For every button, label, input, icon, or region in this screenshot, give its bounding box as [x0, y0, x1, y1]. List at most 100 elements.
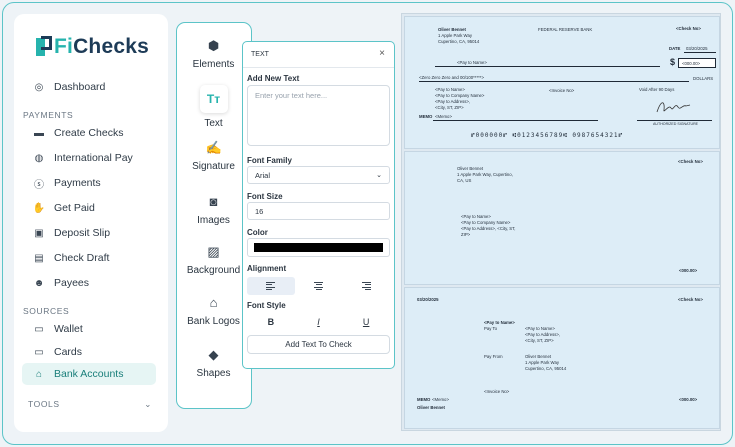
draft-icon: ▤ — [34, 252, 44, 264]
date-label: DATE — [669, 46, 681, 51]
camera-icon: ◙ — [209, 194, 218, 209]
logo-icon — [36, 36, 52, 58]
check-middle[interactable]: Oliver Bennet 1 Apple Park Way, Cupertin… — [404, 151, 720, 285]
payer-address: 1 Apple Park Way, Cupertino, — [457, 172, 513, 177]
people-icon: ☻ — [33, 277, 45, 289]
amount-value: <000.00> — [679, 397, 698, 402]
color-label: Color — [247, 228, 268, 237]
payer-name: Oliver Bennet — [417, 405, 445, 410]
wallet-icon: ▭ — [34, 323, 44, 335]
memo-value: <Memo> — [435, 114, 452, 119]
align-left-button[interactable] — [247, 277, 295, 295]
check-bottom[interactable]: 03/20/2025 <Check No> <Pay to Name> Pay … — [404, 287, 720, 429]
add-text-button[interactable]: Add Text To Check — [247, 335, 390, 354]
close-icon[interactable]: × — [379, 48, 385, 59]
font-size-label: Font Size — [247, 192, 283, 201]
check-top[interactable]: Oliver Bennet 1 Apple Park Way Cupertino… — [404, 16, 720, 149]
tool-bank-logos[interactable]: ⌂ Bank Logos — [177, 296, 250, 328]
payee-line-3: <Pay to Address>, — [435, 99, 471, 104]
payee-line-1: <Pay to Name> — [435, 87, 465, 92]
chevron-down-icon: ⌄ — [376, 172, 382, 179]
font-family-label: Font Family — [247, 156, 292, 165]
payee-line-3: <City, ST, ZIP> — [525, 338, 554, 343]
tool-elements[interactable]: ⬢ Elements — [177, 38, 250, 71]
sidebar-item-cards[interactable]: ▭ Cards — [22, 341, 156, 363]
amount-value: <000.00> — [679, 268, 698, 273]
brand-logo[interactable]: FiChecks — [36, 35, 149, 59]
add-text-label: Add New Text — [247, 74, 300, 83]
tool-background[interactable]: ▨ Background — [177, 244, 250, 277]
chevron-down-icon: ⌄ — [144, 399, 152, 409]
payee-line-4: ZIP> — [461, 232, 471, 237]
from-line-3: Cupertino, CA, 95014 — [525, 366, 567, 371]
signature-label: AUTHORIZED SIGNATURE — [653, 122, 699, 126]
from-line-1: Oliver Bennet — [525, 354, 552, 359]
deposit-icon: ▣ — [34, 227, 44, 239]
bold-button[interactable]: B — [247, 314, 295, 330]
align-right-button[interactable] — [342, 277, 390, 295]
dollars-label: DOLLARS — [693, 76, 714, 81]
tool-images[interactable]: ◙ Images — [177, 194, 250, 227]
check-icon: ▬ — [34, 127, 44, 139]
sidebar-item-deposit-slip[interactable]: ▣ Deposit Slip — [22, 222, 156, 244]
sidebar-item-get-paid[interactable]: ✋ Get Paid — [22, 197, 156, 219]
globe-icon: ◍ — [34, 152, 44, 164]
tool-text[interactable]: Tт Text — [177, 85, 250, 129]
pay-to-label: Pay To — [484, 326, 498, 331]
panel-title: TEXT — [251, 51, 269, 58]
align-center-button[interactable] — [295, 277, 343, 295]
sidebar-item-payments[interactable]: ⓢ Payments — [22, 172, 156, 194]
brand-name: FiChecks — [54, 35, 149, 58]
check-number: <Check No> — [678, 297, 703, 302]
memo-label: MEMO — [417, 397, 431, 402]
tool-shapes[interactable]: ◆ Shapes — [177, 348, 250, 380]
sidebar-item-dashboard[interactable]: ◎ Dashboard — [22, 76, 156, 98]
alignment-label: Alignment — [247, 264, 287, 273]
payee-line-4: <City, ST, ZIP> — [435, 105, 464, 110]
font-style-label: Font Style — [247, 301, 286, 310]
sidebar-tools-toggle[interactable]: TOOLS ⌄ — [28, 399, 152, 410]
signature-icon: ✍ — [205, 140, 222, 155]
italic-button[interactable]: I — [295, 314, 343, 330]
pay-from-label: Pay From — [484, 354, 503, 359]
payer-city: Cupertino, CA, 95014 — [438, 39, 480, 44]
invoice-number: <Invoice No> — [549, 88, 575, 93]
amount-box: <000.00> — [678, 58, 716, 68]
align-left-icon — [266, 280, 276, 292]
dollar-icon: ⓢ — [34, 179, 44, 191]
color-swatch — [254, 243, 383, 252]
color-picker[interactable] — [247, 238, 390, 257]
check-date: 03/20/2025 — [417, 297, 439, 302]
void-notice: Void After 90 Days — [639, 87, 675, 92]
payee-line-1: <Pay to Name> — [525, 326, 555, 331]
elements-icon: ⬢ — [207, 38, 220, 53]
card-icon: ▭ — [34, 346, 44, 358]
align-center-icon — [314, 280, 323, 292]
amount-words: <Zero Zero Zero and 00/100*****> — [419, 75, 484, 80]
section-sources: SOURCES — [23, 306, 70, 316]
sidebar-item-check-draft[interactable]: ▤ Check Draft — [22, 247, 156, 269]
text-icon: Tт — [199, 85, 228, 113]
payee-line-3: <Pay to Address>, <City, ST, — [461, 226, 516, 231]
section-payments: PAYMENTS — [23, 110, 74, 120]
sidebar-item-bank-accounts[interactable]: ⌂ Bank Accounts — [22, 363, 156, 385]
invoice-number: <Invoice No> — [484, 389, 510, 394]
sidebar-item-create-checks[interactable]: ▬ Create Checks — [22, 122, 156, 144]
amount-value: <000.00> — [682, 61, 701, 66]
tools-panel: ⬢ Elements Tт Text ✍ Signature ◙ Images … — [176, 22, 252, 409]
tool-signature[interactable]: ✍ Signature — [177, 140, 250, 173]
pay-to-name: <Pay to Name> — [457, 60, 487, 65]
text-input[interactable]: Enter your text here... — [247, 85, 390, 146]
sidebar-item-wallet[interactable]: ▭ Wallet — [22, 318, 156, 340]
alignment-group — [247, 277, 390, 295]
bank-icon: ⌂ — [35, 368, 43, 380]
font-family-select[interactable]: Arial ⌄ — [247, 166, 390, 184]
memo-label: MEMO — [419, 114, 433, 119]
underline-button[interactable]: U — [342, 314, 390, 330]
payer-address: 1 Apple Park Way — [438, 33, 472, 38]
sidebar-item-payees[interactable]: ☻ Payees — [22, 272, 156, 294]
image-icon: ▨ — [207, 244, 220, 259]
sidebar-item-international-pay[interactable]: ◍ International Pay — [22, 147, 156, 169]
align-right-icon — [361, 280, 371, 292]
font-size-input[interactable]: 16 — [247, 202, 390, 220]
